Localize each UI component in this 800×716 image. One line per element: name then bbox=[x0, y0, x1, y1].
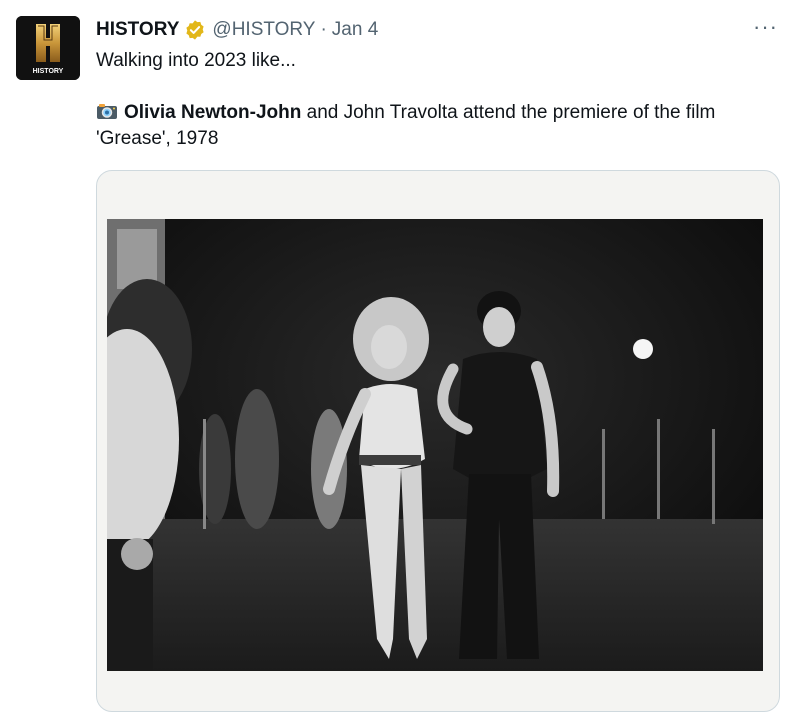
history-logo: HISTORY bbox=[16, 16, 80, 80]
author-name[interactable]: HISTORY bbox=[96, 19, 179, 41]
tweet-caption: Olivia Newton-John and John Travolta att… bbox=[96, 100, 776, 152]
tweet-date[interactable]: Jan 4 bbox=[332, 19, 378, 41]
svg-text:HISTORY: HISTORY bbox=[33, 68, 64, 75]
photo[interactable] bbox=[107, 219, 763, 671]
tweet-text: Walking into 2023 like... bbox=[96, 50, 296, 71]
tweet-header: HISTORY @HISTORY · Jan 4 bbox=[96, 17, 780, 43]
camera-icon bbox=[97, 104, 117, 119]
avatar[interactable]: HISTORY bbox=[16, 16, 80, 80]
caption-bold-name: Olivia Newton-John bbox=[124, 102, 302, 123]
more-icon[interactable]: ··· bbox=[753, 16, 778, 38]
verified-badge-icon bbox=[186, 20, 205, 40]
author-handle[interactable]: @HISTORY bbox=[212, 19, 315, 41]
premiere-photo bbox=[107, 219, 763, 671]
media-card[interactable] bbox=[96, 170, 780, 712]
separator-dot: · bbox=[320, 19, 327, 40]
